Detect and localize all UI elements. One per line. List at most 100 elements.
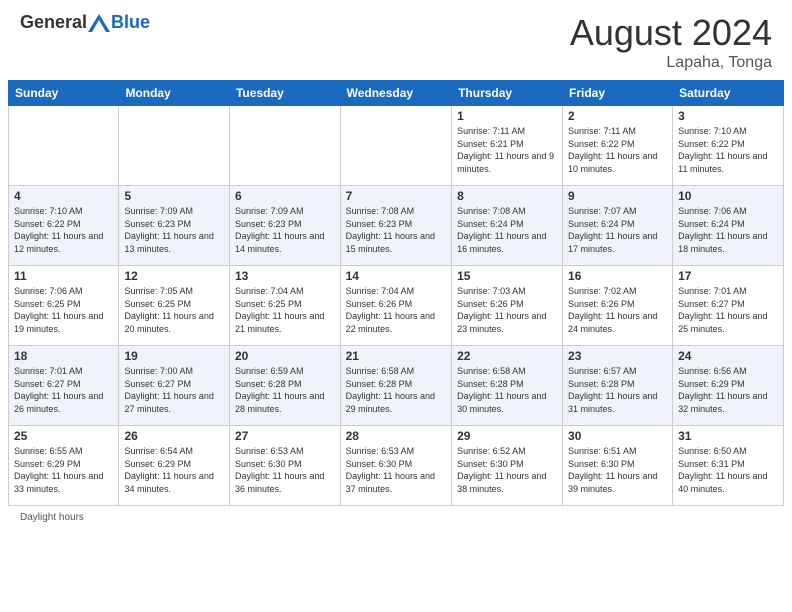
table-cell: 25 Sunrise: 6:55 AM Sunset: 6:29 PM Dayli… [9, 426, 119, 506]
day-info: Sunrise: 6:59 AM Sunset: 6:28 PM Dayligh… [235, 365, 335, 415]
day-info: Sunrise: 7:06 AM Sunset: 6:25 PM Dayligh… [14, 285, 113, 335]
table-cell: 17 Sunrise: 7:01 AM Sunset: 6:27 PM Dayli… [673, 266, 784, 346]
table-cell: 12 Sunrise: 7:05 AM Sunset: 6:25 PM Dayli… [119, 266, 230, 346]
calendar-week-row: 1 Sunrise: 7:11 AM Sunset: 6:21 PM Daylig… [9, 106, 784, 186]
day-info: Sunrise: 7:00 AM Sunset: 6:27 PM Dayligh… [124, 365, 224, 415]
day-info: Sunrise: 7:05 AM Sunset: 6:25 PM Dayligh… [124, 285, 224, 335]
day-number: 1 [457, 109, 557, 123]
logo-blue-text: Blue [111, 12, 150, 33]
logo[interactable]: General Blue [20, 12, 150, 33]
day-info: Sunrise: 7:03 AM Sunset: 6:26 PM Dayligh… [457, 285, 557, 335]
day-number: 15 [457, 269, 557, 283]
col-saturday: Saturday [673, 81, 784, 106]
day-number: 11 [14, 269, 113, 283]
table-cell: 19 Sunrise: 7:00 AM Sunset: 6:27 PM Dayli… [119, 346, 230, 426]
table-cell [340, 106, 451, 186]
table-cell: 7 Sunrise: 7:08 AM Sunset: 6:23 PM Daylig… [340, 186, 451, 266]
location-label: Lapaha, Tonga [570, 54, 772, 72]
table-cell: 20 Sunrise: 6:59 AM Sunset: 6:28 PM Dayli… [229, 346, 340, 426]
table-cell: 29 Sunrise: 6:52 AM Sunset: 6:30 PM Dayli… [452, 426, 563, 506]
table-cell: 24 Sunrise: 6:56 AM Sunset: 6:29 PM Dayli… [673, 346, 784, 426]
day-number: 19 [124, 349, 224, 363]
day-number: 14 [346, 269, 446, 283]
day-number: 27 [235, 429, 335, 443]
col-sunday: Sunday [9, 81, 119, 106]
table-cell [119, 106, 230, 186]
table-cell: 2 Sunrise: 7:11 AM Sunset: 6:22 PM Daylig… [563, 106, 673, 186]
day-info: Sunrise: 6:58 AM Sunset: 6:28 PM Dayligh… [457, 365, 557, 415]
logo-icon [88, 14, 110, 32]
day-number: 22 [457, 349, 557, 363]
day-number: 24 [678, 349, 778, 363]
calendar-header: Sunday Monday Tuesday Wednesday Thursday… [9, 81, 784, 106]
day-number: 6 [235, 189, 335, 203]
table-cell: 26Sunrise: 6:54 AM Sunset: 6:29 PM Dayli… [119, 426, 230, 506]
day-number: 30 [568, 429, 667, 443]
day-info: Sunrise: 7:02 AM Sunset: 6:26 PM Dayligh… [568, 285, 667, 335]
day-number: 9 [568, 189, 667, 203]
table-cell: 21 Sunrise: 6:58 AM Sunset: 6:28 PM Dayli… [340, 346, 451, 426]
table-cell: 30Sunrise: 6:51 AM Sunset: 6:30 PM Dayli… [563, 426, 673, 506]
day-number: 12 [124, 269, 224, 283]
day-number: 26 [124, 429, 224, 443]
day-info: Sunrise: 7:04 AM Sunset: 6:26 PM Dayligh… [346, 285, 446, 335]
month-year-title: August 2024 [570, 12, 772, 54]
day-info: Sunrise: 6:55 AM Sunset: 6:29 PM Dayligh… [14, 445, 113, 495]
day-info: Sunrise: 7:04 AM Sunset: 6:25 PM Dayligh… [235, 285, 335, 335]
table-cell: 27Sunrise: 6:53 AM Sunset: 6:30 PM Dayli… [229, 426, 340, 506]
page-header: General Blue August 2024 Lapaha, Tonga [0, 0, 792, 80]
day-info: Sunrise: 6:52 AM Sunset: 6:30 PM Dayligh… [457, 445, 557, 495]
calendar-week-row: 25 Sunrise: 6:55 AM Sunset: 6:29 PM Dayli… [9, 426, 784, 506]
col-friday: Friday [563, 81, 673, 106]
table-cell: 23Sunrise: 6:57 AM Sunset: 6:28 PM Dayli… [563, 346, 673, 426]
logo-general-text: General [20, 12, 87, 33]
table-cell: 31Sunrise: 6:50 AM Sunset: 6:31 PM Dayli… [673, 426, 784, 506]
table-cell: 1 Sunrise: 7:11 AM Sunset: 6:21 PM Daylig… [452, 106, 563, 186]
day-number: 18 [14, 349, 113, 363]
day-number: 13 [235, 269, 335, 283]
day-number: 4 [14, 189, 113, 203]
day-info: Sunrise: 7:10 AM Sunset: 6:22 PM Dayligh… [14, 205, 113, 255]
day-number: 23 [568, 349, 667, 363]
footer: Daylight hours [0, 506, 792, 529]
table-cell [9, 106, 119, 186]
table-cell: 22 Sunrise: 6:58 AM Sunset: 6:28 PM Dayli… [452, 346, 563, 426]
day-info: Sunrise: 7:01 AM Sunset: 6:27 PM Dayligh… [14, 365, 113, 415]
day-number: 29 [457, 429, 557, 443]
day-info: Sunrise: 7:07 AM Sunset: 6:24 PM Dayligh… [568, 205, 667, 255]
col-tuesday: Tuesday [229, 81, 340, 106]
calendar-week-row: 18 Sunrise: 7:01 AM Sunset: 6:27 PM Dayli… [9, 346, 784, 426]
table-cell: 5Sunrise: 7:09 AM Sunset: 6:23 PM Daylig… [119, 186, 230, 266]
day-info: Sunrise: 7:09 AM Sunset: 6:23 PM Dayligh… [124, 205, 224, 255]
table-cell: 14 Sunrise: 7:04 AM Sunset: 6:26 PM Dayli… [340, 266, 451, 346]
day-number: 10 [678, 189, 778, 203]
day-number: 16 [568, 269, 667, 283]
day-info: Sunrise: 7:11 AM Sunset: 6:22 PM Dayligh… [568, 125, 667, 175]
day-info: Sunrise: 7:11 AM Sunset: 6:21 PM Dayligh… [457, 125, 557, 175]
day-info: Sunrise: 7:08 AM Sunset: 6:23 PM Dayligh… [346, 205, 446, 255]
day-number: 20 [235, 349, 335, 363]
table-cell: 4 Sunrise: 7:10 AM Sunset: 6:22 PM Daylig… [9, 186, 119, 266]
day-number: 21 [346, 349, 446, 363]
calendar-table: Sunday Monday Tuesday Wednesday Thursday… [8, 80, 784, 506]
day-number: 7 [346, 189, 446, 203]
daylight-label: Daylight hours [20, 512, 84, 523]
col-wednesday: Wednesday [340, 81, 451, 106]
day-info: Sunrise: 7:08 AM Sunset: 6:24 PM Dayligh… [457, 205, 557, 255]
day-number: 2 [568, 109, 667, 123]
col-monday: Monday [119, 81, 230, 106]
day-info: Sunrise: 7:01 AM Sunset: 6:27 PM Dayligh… [678, 285, 778, 335]
day-number: 28 [346, 429, 446, 443]
table-cell: 28Sunrise: 6:53 AM Sunset: 6:30 PM Dayli… [340, 426, 451, 506]
table-cell: 18 Sunrise: 7:01 AM Sunset: 6:27 PM Dayli… [9, 346, 119, 426]
table-cell: 9 Sunrise: 7:07 AM Sunset: 6:24 PM Daylig… [563, 186, 673, 266]
day-number: 17 [678, 269, 778, 283]
day-info: Sunrise: 7:09 AM Sunset: 6:23 PM Dayligh… [235, 205, 335, 255]
col-thursday: Thursday [452, 81, 563, 106]
day-info: Sunrise: 6:56 AM Sunset: 6:29 PM Dayligh… [678, 365, 778, 415]
day-info: Sunrise: 6:58 AM Sunset: 6:28 PM Dayligh… [346, 365, 446, 415]
day-number: 25 [14, 429, 113, 443]
table-cell: 8Sunrise: 7:08 AM Sunset: 6:24 PM Daylig… [452, 186, 563, 266]
table-cell: 16 Sunrise: 7:02 AM Sunset: 6:26 PM Dayli… [563, 266, 673, 346]
table-cell: 3Sunrise: 7:10 AM Sunset: 6:22 PM Daylig… [673, 106, 784, 186]
